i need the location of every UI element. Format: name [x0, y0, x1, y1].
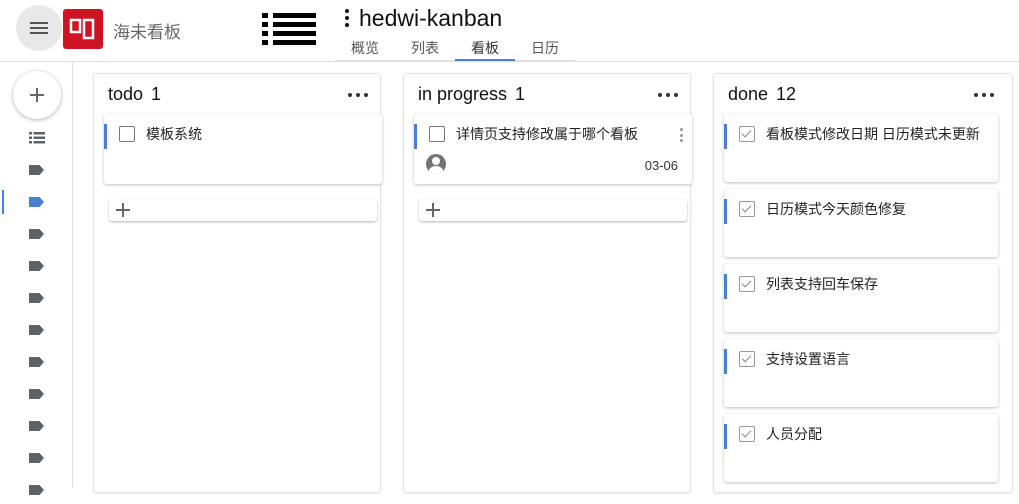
sidebar-item-all[interactable] — [0, 124, 73, 152]
sidebar-item-project-8[interactable] — [0, 380, 73, 408]
priority-bar — [724, 424, 727, 449]
label-icon — [29, 453, 44, 463]
label-icon — [29, 197, 44, 207]
priority-bar — [414, 124, 417, 149]
plus-icon — [426, 203, 440, 217]
more-horiz-icon[interactable] — [348, 88, 368, 102]
task-card[interactable]: 详情页支持修改属于哪个看板 03-06 — [414, 114, 692, 184]
task-checkbox[interactable] — [739, 126, 755, 142]
plus-icon — [116, 203, 130, 217]
tab-board[interactable]: 看板 — [455, 36, 515, 61]
task-checkbox[interactable] — [739, 201, 755, 217]
label-icon — [29, 325, 44, 335]
add-task-button[interactable] — [109, 199, 377, 221]
sidebar-item-project-3[interactable] — [0, 220, 73, 248]
column-header: todo 1 — [108, 84, 161, 105]
column-todo: todo 1 模板系统 — [93, 73, 382, 493]
avatar-icon[interactable] — [426, 154, 446, 174]
tab-list[interactable]: 列表 — [395, 36, 455, 60]
column-title: done — [728, 84, 769, 104]
sidebar-item-project-1[interactable] — [0, 156, 73, 184]
column-count: 1 — [515, 84, 526, 104]
sidebar-item-project-11[interactable] — [0, 476, 73, 504]
top-bar: 海未看板 hedwi-kanban 概览 列表 看板 日历 — [0, 0, 1019, 62]
column-in-progress: in progress 1 详情页支持修改属于哪个看板 03-06 — [403, 73, 692, 493]
sidebar-item-project-5[interactable] — [0, 284, 73, 312]
task-checkbox[interactable] — [739, 351, 755, 367]
sidebar-item-project-10[interactable] — [0, 444, 73, 472]
sidebar-item-project-6[interactable] — [0, 316, 73, 344]
task-title: 模板系统 — [146, 126, 202, 142]
more-horiz-icon[interactable] — [658, 88, 678, 102]
sidebar-item-project-active[interactable] — [0, 188, 73, 216]
app-logo-icon[interactable] — [63, 9, 103, 49]
sidebar-item-project-9[interactable] — [0, 412, 73, 440]
tab-overview[interactable]: 概览 — [335, 36, 395, 60]
add-project-button[interactable] — [13, 71, 61, 119]
list-icon — [28, 132, 45, 144]
project-title: hedwi-kanban — [359, 4, 503, 31]
label-icon — [29, 293, 44, 303]
task-checkbox[interactable] — [119, 126, 135, 142]
add-task-button[interactable] — [419, 199, 687, 221]
sidebar — [0, 62, 73, 495]
hamburger-menu-button[interactable] — [16, 5, 62, 51]
more-vert-icon[interactable] — [680, 128, 684, 142]
label-icon — [29, 421, 44, 431]
label-icon — [29, 485, 44, 495]
project-header: hedwi-kanban — [340, 4, 502, 32]
label-icon — [29, 261, 44, 271]
task-card[interactable]: 看板模式修改日期 日历模式未更新 — [724, 114, 998, 182]
more-vert-icon[interactable] — [340, 7, 354, 29]
task-card[interactable]: 模板系统 — [104, 114, 382, 184]
label-icon — [29, 165, 44, 175]
task-card[interactable]: 支持设置语言 — [724, 339, 998, 407]
task-card[interactable]: 日历模式今天颜色修复 — [724, 189, 998, 257]
column-header: done 12 — [728, 84, 796, 105]
priority-bar — [104, 124, 107, 149]
plus-icon — [30, 88, 44, 102]
tab-calendar[interactable]: 日历 — [515, 36, 575, 60]
task-card[interactable]: 人员分配 — [724, 414, 998, 482]
due-date: 03-06 — [644, 158, 678, 173]
hamburger-icon — [30, 22, 48, 34]
sidebar-item-project-4[interactable] — [0, 252, 73, 280]
column-done: done 12 看板模式修改日期 日历模式未更新 日历模式今天颜色修复 列表支持回… — [713, 73, 1013, 493]
column-title: in progress — [418, 84, 508, 104]
label-icon — [29, 229, 44, 239]
column-count: 1 — [151, 84, 162, 104]
column-header: in progress 1 — [418, 84, 525, 105]
task-checkbox[interactable] — [739, 276, 755, 292]
task-checkbox[interactable] — [739, 426, 755, 442]
more-horiz-icon[interactable] — [974, 88, 994, 102]
priority-bar — [724, 349, 727, 374]
priority-bar — [724, 274, 727, 299]
task-checkbox[interactable] — [429, 126, 445, 142]
label-icon — [29, 389, 44, 399]
app-name: 海未看板 — [113, 23, 181, 42]
task-card[interactable]: 列表支持回车保存 — [724, 264, 998, 332]
list-view-icon[interactable] — [262, 12, 316, 46]
task-title: 日历模式今天颜色修复 — [766, 201, 906, 217]
view-tabs: 概览 列表 看板 日历 — [335, 36, 575, 61]
priority-bar — [724, 199, 727, 224]
task-title: 看板模式修改日期 日历模式未更新 — [766, 126, 980, 142]
task-title: 人员分配 — [766, 426, 822, 442]
column-title: todo — [108, 84, 144, 104]
label-icon — [29, 357, 44, 367]
task-title: 列表支持回车保存 — [766, 276, 878, 292]
priority-bar — [724, 124, 727, 149]
task-title: 详情页支持修改属于哪个看板 — [456, 126, 638, 142]
sidebar-item-project-7[interactable] — [0, 348, 73, 376]
column-count: 12 — [776, 84, 797, 104]
task-title: 支持设置语言 — [766, 351, 850, 367]
